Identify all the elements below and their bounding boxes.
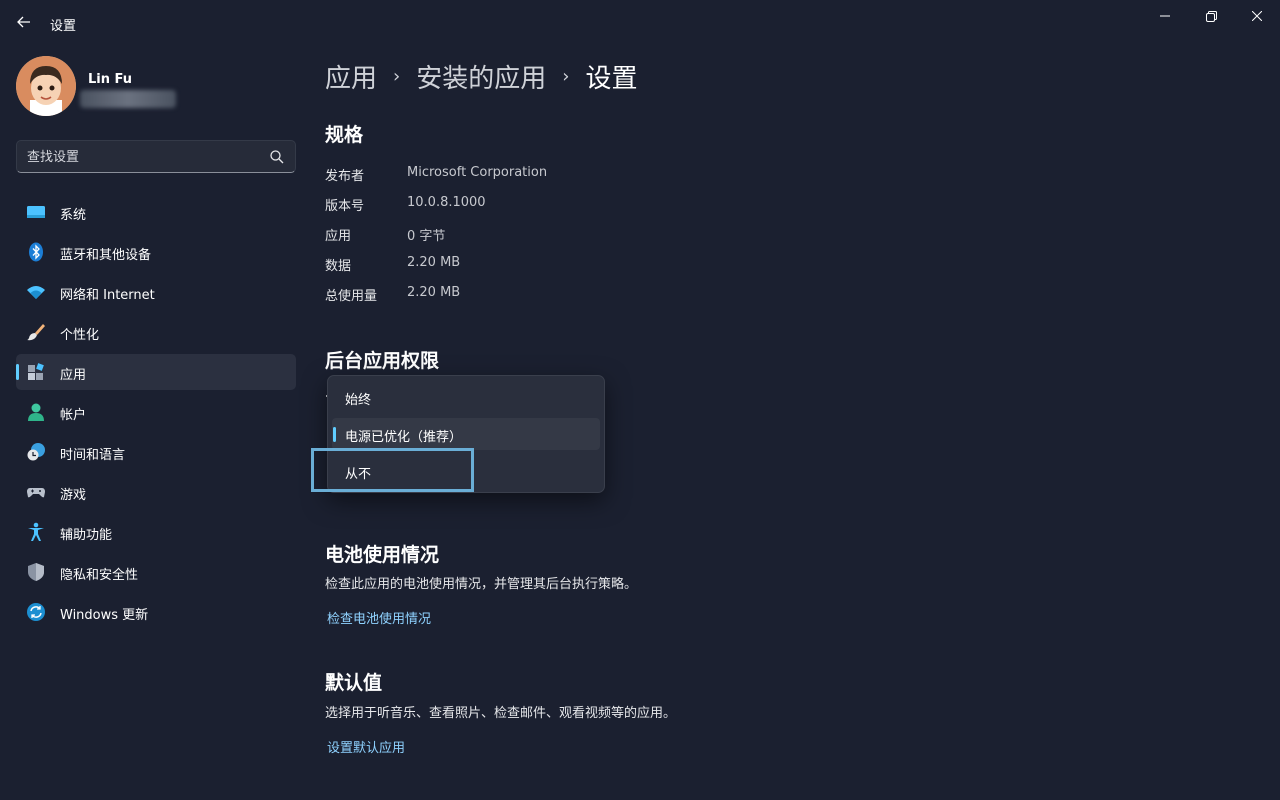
breadcrumb: 应用 › 安装的应用 › 设置 <box>325 58 637 95</box>
minimize-button[interactable] <box>1142 0 1188 32</box>
user-profile[interactable]: Lin Fu <box>16 56 296 120</box>
back-arrow-icon <box>17 16 30 28</box>
system-icon <box>27 206 45 218</box>
account-icon <box>28 403 44 421</box>
battery-title: 电池使用情况 <box>325 544 440 566</box>
spec-value: 10.0.8.1000 <box>407 195 486 210</box>
sidebar-item-label: Windows 更新 <box>60 608 149 623</box>
option-always[interactable]: 始终 <box>332 381 600 413</box>
option-power-optimized[interactable]: 电源已优化（推荐） <box>332 418 600 450</box>
close-button[interactable] <box>1234 0 1280 32</box>
accessibility-icon <box>28 522 44 541</box>
sidebar-item-personalization[interactable]: 个性化 <box>16 314 296 350</box>
option-label: 电源已优化（推荐） <box>345 430 463 445</box>
breadcrumb-installed-apps[interactable]: 安装的应用 <box>416 58 546 95</box>
sidebar-item-time-language[interactable]: 时间和语言 <box>16 434 296 470</box>
search-box[interactable] <box>16 140 296 173</box>
minimize-icon <box>1160 15 1170 17</box>
breadcrumb-separator: › <box>562 66 570 87</box>
sidebar-item-label: 应用 <box>60 368 87 383</box>
spec-key: 版本号 <box>325 199 365 214</box>
wifi-icon <box>27 286 45 299</box>
sidebar-item-accessibility[interactable]: 辅助功能 <box>16 514 296 550</box>
update-icon <box>27 603 45 621</box>
specs-title: 规格 <box>325 124 364 146</box>
gamepad-icon <box>27 488 45 498</box>
spec-key: 应用 <box>325 229 352 244</box>
sidebar-item-label: 辅助功能 <box>60 528 113 543</box>
restore-button[interactable] <box>1188 0 1234 32</box>
user-email-redacted <box>80 90 176 108</box>
sidebar-item-label: 游戏 <box>60 488 87 503</box>
shield-icon <box>28 563 44 581</box>
restore-icon <box>1205 10 1217 22</box>
brush-icon <box>27 324 45 341</box>
defaults-description: 选择用于听音乐、查看照片、检查邮件、观看视频等的应用。 <box>325 706 677 721</box>
sidebar-item-label: 时间和语言 <box>60 448 126 463</box>
check-battery-usage-link[interactable]: 检查电池使用情况 <box>327 608 431 627</box>
spec-key: 数据 <box>325 259 352 274</box>
title-bar: 设置 <box>0 0 1280 48</box>
sidebar-item-label: 系统 <box>60 208 87 223</box>
sidebar-item-bluetooth[interactable]: 蓝牙和其他设备 <box>16 234 296 270</box>
apps-icon <box>28 363 44 380</box>
user-name: Lin Fu <box>88 72 133 87</box>
sidebar-item-label: 网络和 Internet <box>60 288 155 303</box>
sidebar-item-label: 帐户 <box>60 408 87 423</box>
set-default-apps-link[interactable]: 设置默认应用 <box>327 737 405 756</box>
search-icon[interactable] <box>269 149 285 165</box>
avatar-image <box>16 56 76 116</box>
sidebar-item-gaming[interactable]: 游戏 <box>16 474 296 510</box>
sidebar-item-label: 蓝牙和其他设备 <box>60 248 152 263</box>
spec-value: 0 字节 <box>407 229 446 244</box>
spec-value: Microsoft Corporation <box>407 165 548 180</box>
bluetooth-icon <box>29 242 43 262</box>
back-button[interactable] <box>12 10 36 34</box>
breadcrumb-separator: › <box>393 66 401 87</box>
avatar[interactable] <box>16 56 76 116</box>
sidebar-item-system[interactable]: 系统 <box>16 194 296 230</box>
time-language-icon <box>27 443 45 461</box>
sidebar-nav: 系统 蓝牙和其他设备 网络和 Internet 个性化 应用 帐户 时间和语言 … <box>16 194 296 634</box>
highlight-box-never <box>311 448 474 492</box>
search-input[interactable] <box>27 147 267 167</box>
spec-value: 2.20 MB <box>407 285 461 300</box>
spec-key: 总使用量 <box>325 289 378 304</box>
background-permissions-title: 后台应用权限 <box>325 350 440 372</box>
sidebar-item-windows-update[interactable]: Windows 更新 <box>16 594 296 630</box>
sidebar-item-accounts[interactable]: 帐户 <box>16 394 296 430</box>
spec-key: 发布者 <box>325 169 365 184</box>
sidebar-item-apps[interactable]: 应用 <box>16 354 296 390</box>
defaults-title: 默认值 <box>325 672 383 694</box>
breadcrumb-apps[interactable]: 应用 <box>325 58 377 95</box>
battery-description: 检查此应用的电池使用情况，并管理其后台执行策略。 <box>325 577 638 592</box>
page-title: 设置 <box>585 64 638 94</box>
sidebar-item-network[interactable]: 网络和 Internet <box>16 274 296 310</box>
sidebar-item-label: 个性化 <box>60 328 100 343</box>
option-label: 始终 <box>345 393 372 408</box>
sidebar-item-label: 隐私和安全性 <box>60 568 139 583</box>
spec-value: 2.20 MB <box>407 255 461 270</box>
sidebar-item-privacy[interactable]: 隐私和安全性 <box>16 554 296 590</box>
window-title: 设置 <box>50 19 77 34</box>
close-icon <box>1252 11 1262 21</box>
